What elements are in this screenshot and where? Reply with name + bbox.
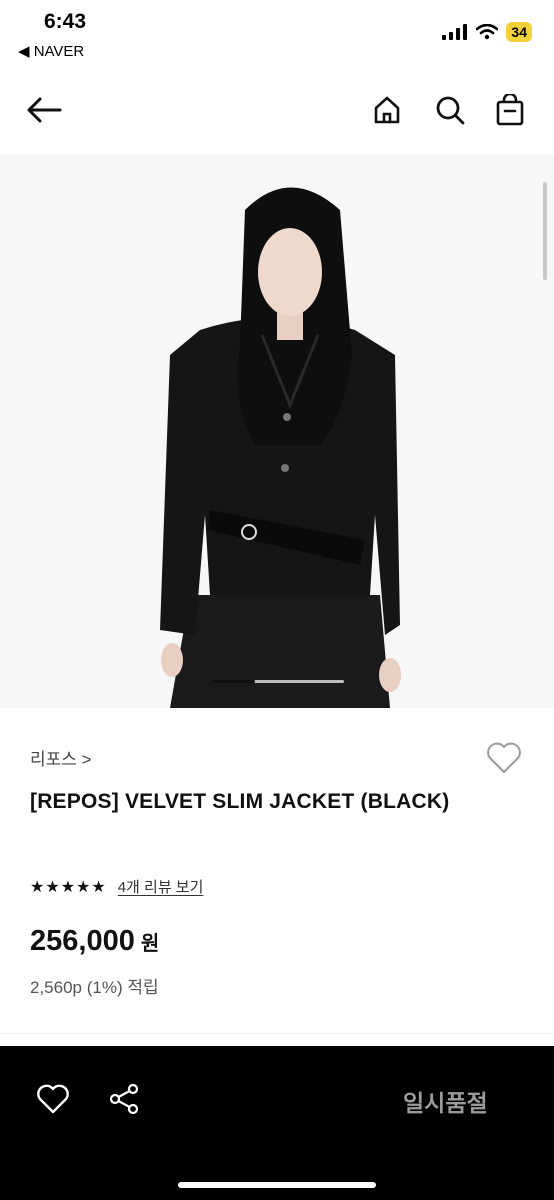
bottom-wishlist-button[interactable]	[34, 1080, 72, 1118]
heart-icon	[487, 742, 521, 773]
cart-button[interactable]	[490, 90, 530, 130]
rating-stars: ★★★★★	[30, 878, 107, 896]
divider	[0, 1033, 554, 1034]
status-bar: 6:43 ◀ NAVER 34	[0, 0, 554, 72]
search-button[interactable]	[430, 90, 470, 130]
signal-icon	[442, 24, 468, 40]
shopping-bag-icon	[496, 94, 524, 126]
share-icon	[109, 1083, 139, 1115]
review-link[interactable]: 4개 리뷰 보기	[118, 876, 204, 897]
brand-link[interactable]: 리포스 >	[30, 745, 92, 770]
wishlist-button[interactable]	[484, 738, 524, 778]
search-icon	[436, 96, 465, 125]
rating-row: ★★★★★ 4개 리뷰 보기	[30, 876, 203, 897]
nav-bar	[0, 78, 554, 142]
reward-points: 2,560p (1%) 적립	[30, 978, 159, 997]
soldout-button[interactable]: 일시품절	[403, 1084, 488, 1118]
status-time: 6:43	[44, 10, 87, 33]
status-icons: 34	[442, 22, 532, 42]
image-slider-indicator	[210, 680, 255, 683]
heart-icon	[37, 1084, 69, 1114]
model-illustration	[0, 155, 554, 708]
page-scrollbar[interactable]	[543, 182, 547, 280]
home-button[interactable]	[367, 90, 407, 130]
bottom-action-bar: 일시품절	[0, 1046, 554, 1200]
home-icon	[374, 96, 400, 124]
price-value: 256,000	[30, 925, 135, 957]
home-indicator	[178, 1182, 376, 1188]
battery-icon: 34	[506, 22, 532, 42]
back-button[interactable]	[24, 90, 64, 130]
back-arrow-icon	[27, 97, 62, 123]
price-row: 256,000 원	[30, 925, 159, 958]
share-button[interactable]	[106, 1080, 144, 1118]
back-to-app-link[interactable]: ◀ NAVER	[18, 42, 84, 60]
product-image[interactable]	[0, 155, 554, 708]
price-currency: 원	[140, 933, 160, 955]
product-title: [REPOS] VELVET SLIM JACKET (BLACK)	[30, 790, 450, 813]
wifi-icon	[476, 24, 499, 40]
